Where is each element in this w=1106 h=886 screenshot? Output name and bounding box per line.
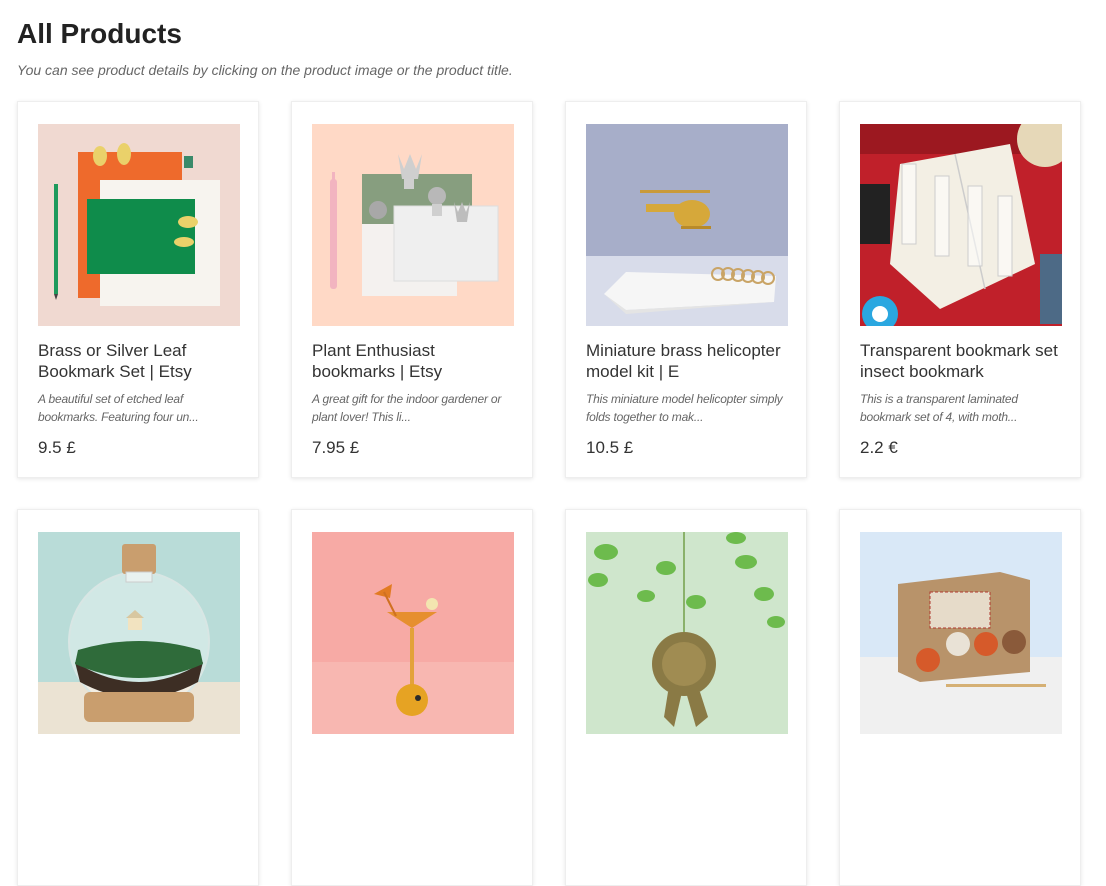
crochet-kit-image <box>860 532 1062 734</box>
page-title: All Products <box>17 18 182 49</box>
product-image[interactable] <box>312 124 514 326</box>
page-subtitle: You can see product details by clicking … <box>17 62 513 78</box>
product-card[interactable]: Brass or Silver Leaf Bookmark Set | Etsy… <box>17 101 259 478</box>
product-title[interactable]: Transparent bookmark set insect bookmark <box>860 340 1065 382</box>
product-card[interactable]: Miniature brass helicopter model kit | E… <box>565 101 807 478</box>
helicopter-image <box>586 124 788 326</box>
plant-bookmarks-image <box>312 124 514 326</box>
cocktail-ornament-image <box>312 532 514 734</box>
product-price: 9.5 £ <box>38 438 76 457</box>
product-description: This miniature model helicopter simply f… <box>586 392 783 424</box>
product-price: 7.95 £ <box>312 438 360 457</box>
product-description: This is a transparent laminated bookmark… <box>860 392 1018 424</box>
product-image[interactable] <box>38 532 240 734</box>
product-image[interactable] <box>586 124 788 326</box>
product-title[interactable]: Miniature brass helicopter model kit | E <box>586 340 791 382</box>
products-page: All Products You can see product details… <box>0 0 1106 886</box>
terrarium-image <box>38 532 240 734</box>
insect-bookmarks-image <box>860 124 1062 326</box>
product-description: A beautiful set of etched leaf bookmarks… <box>38 392 199 424</box>
product-title[interactable]: Plant Enthusiast bookmarks | Etsy <box>312 340 517 382</box>
product-card[interactable] <box>17 509 259 886</box>
product-card[interactable] <box>291 509 533 886</box>
product-image[interactable] <box>860 124 1062 326</box>
product-price: 2.2 € <box>860 438 898 457</box>
product-card[interactable]: Transparent bookmark set insect bookmark… <box>839 101 1081 478</box>
product-card[interactable]: Plant Enthusiast bookmarks | Etsy A grea… <box>291 101 533 478</box>
product-title[interactable]: Brass or Silver Leaf Bookmark Set | Etsy <box>38 340 243 382</box>
product-price: 10.5 £ <box>586 438 634 457</box>
product-image[interactable] <box>38 124 240 326</box>
product-card[interactable] <box>839 509 1081 886</box>
product-image[interactable] <box>586 532 788 734</box>
product-card[interactable] <box>565 509 807 886</box>
product-description: A great gift for the indoor gardener or … <box>312 392 502 424</box>
product-image[interactable] <box>312 532 514 734</box>
leaf-bookmark-image <box>38 124 240 326</box>
product-image[interactable] <box>860 532 1062 734</box>
rosette-ornament-image <box>586 532 788 734</box>
